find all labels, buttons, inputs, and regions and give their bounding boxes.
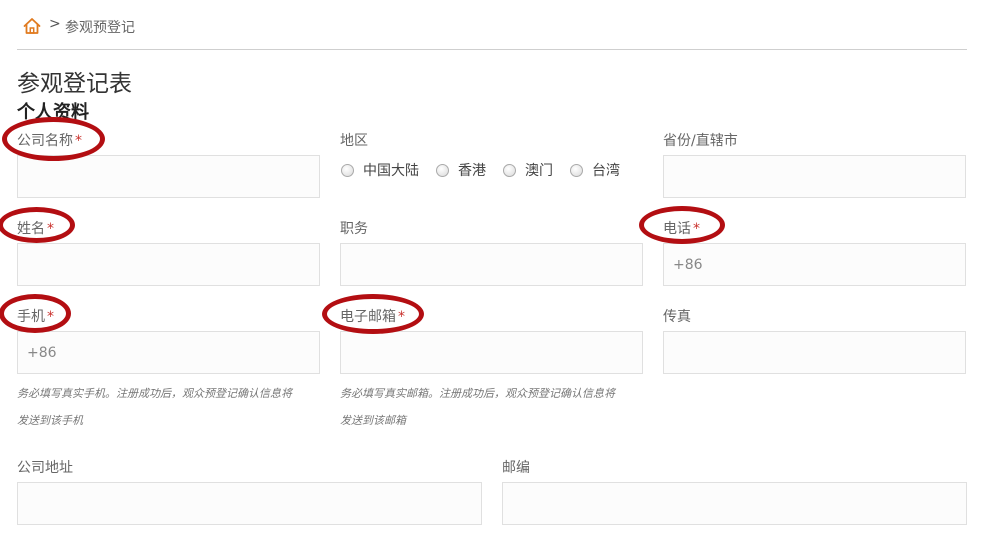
email-label: 电子邮箱 * — [340, 309, 405, 325]
postcode-input[interactable] — [502, 482, 967, 525]
region-option-mainland[interactable]: 中国大陆 — [341, 160, 419, 180]
region-option-macau[interactable]: 澳门 — [503, 160, 553, 180]
region-radio-group: 中国大陆 香港 澳门 台湾 — [341, 160, 637, 180]
home-icon[interactable] — [23, 17, 41, 35]
breadcrumb-separator: > — [49, 16, 61, 32]
phone-label: 电话 * — [663, 221, 700, 237]
required-mark: * — [75, 133, 82, 149]
page-title: 参观登记表 — [17, 71, 132, 97]
mobile-label: 手机 * — [17, 309, 54, 325]
section-title: 个人资料 — [17, 102, 89, 123]
province-input[interactable] — [663, 155, 966, 198]
company-address-label: 公司地址 — [17, 460, 73, 476]
postcode-label: 邮编 — [502, 460, 530, 476]
company-name-input[interactable] — [17, 155, 320, 198]
email-input[interactable] — [340, 331, 643, 374]
fax-label: 传真 — [663, 309, 691, 325]
required-mark: * — [398, 309, 405, 325]
name-label: 姓名 * — [17, 221, 54, 237]
required-mark: * — [47, 309, 54, 325]
email-hint: 务必填写真实邮箱。注册成功后，观众预登记确认信息将 发送到该邮箱 — [340, 387, 615, 427]
fax-input[interactable] — [663, 331, 966, 374]
region-option-taiwan[interactable]: 台湾 — [570, 160, 620, 180]
phone-input[interactable] — [663, 243, 966, 286]
job-title-input[interactable] — [340, 243, 643, 286]
job-title-label: 职务 — [340, 221, 368, 237]
region-option-hongkong[interactable]: 香港 — [436, 160, 486, 180]
required-mark: * — [693, 221, 700, 237]
mobile-input[interactable] — [17, 331, 320, 374]
breadcrumb-current: 参观预登记 — [65, 20, 135, 36]
company-name-label: 公司名称 * — [17, 133, 82, 149]
mobile-hint: 务必填写真实手机。注册成功后，观众预登记确认信息将 发送到该手机 — [17, 387, 292, 427]
divider — [17, 49, 967, 50]
region-label: 地区 — [340, 133, 368, 149]
name-input[interactable] — [17, 243, 320, 286]
radio-button[interactable] — [503, 163, 516, 177]
radio-button[interactable] — [341, 163, 354, 177]
radio-button[interactable] — [436, 163, 449, 177]
radio-button[interactable] — [570, 163, 583, 177]
company-address-input[interactable] — [17, 482, 482, 525]
required-mark: * — [47, 221, 54, 237]
province-label: 省份/直辖市 — [663, 133, 738, 149]
